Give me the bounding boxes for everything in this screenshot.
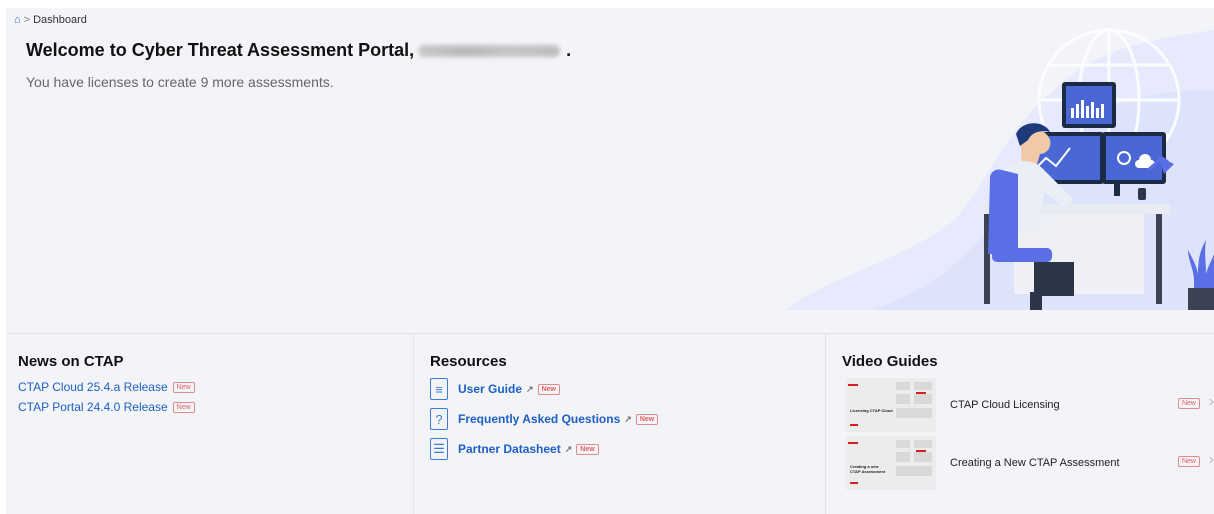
welcome-suffix: .: [566, 40, 572, 60]
resources-heading: Resources: [430, 353, 507, 370]
video-thumbnail: Creating a new CTAP Assessment: [846, 436, 936, 490]
external-link-icon: ↗: [624, 413, 632, 424]
video-title: Creating a New CTAP Assessment: [950, 457, 1120, 469]
video-guides-panel: Video Guides Licensing CTAP Cloud CTAP C…: [826, 334, 1214, 514]
info-panels: News on CTAP CTAP Cloud 25.4.a Release N…: [6, 333, 1214, 514]
breadcrumb-current: Dashboard: [33, 14, 87, 26]
video-guides-heading: Video Guides: [842, 353, 938, 370]
news-heading: News on CTAP: [18, 353, 124, 370]
news-item-label: CTAP Cloud 25.4.a Release: [18, 380, 168, 394]
news-panel: News on CTAP CTAP Cloud 25.4.a Release N…: [6, 334, 414, 514]
home-icon[interactable]: ⌂: [14, 14, 21, 26]
hero-illustration: [784, 28, 1214, 310]
resource-partner-datasheet[interactable]: ☰ Partner Datasheet ↗ New: [430, 434, 658, 464]
news-item-label: CTAP Portal 24.4.0 Release: [18, 400, 168, 414]
breadcrumb: ⌂ > Dashboard: [14, 14, 87, 26]
checklist-icon: ☰: [430, 438, 448, 460]
resource-item-text: User Guide: [458, 382, 523, 396]
video-thumbnail: Licensing CTAP Cloud: [846, 378, 936, 432]
video-title: CTAP Cloud Licensing: [950, 399, 1060, 411]
news-list: CTAP Cloud 25.4.a Release New CTAP Porta…: [18, 377, 195, 417]
user-email-redacted: [418, 44, 561, 57]
new-badge: New: [576, 443, 599, 455]
resources-list: ≡ User Guide ↗ New ? Frequently Asked Qu…: [430, 374, 659, 464]
external-link-icon: ↗: [526, 383, 534, 394]
document-icon: ≡: [430, 378, 448, 400]
resource-faq[interactable]: ? Frequently Asked Questions ↗ New: [430, 404, 659, 434]
page-title: Welcome to Cyber Threat Assessment Porta…: [26, 40, 571, 61]
dashboard-page: ⌂ > Dashboard Welcome to Cyber Threat As…: [6, 8, 1214, 514]
new-badge: New: [1177, 398, 1200, 409]
new-badge: New: [537, 383, 560, 395]
question-icon: ?: [430, 408, 448, 430]
resource-item-label: Frequently Asked Questions ↗ New: [458, 412, 659, 426]
welcome-banner: ⌂ > Dashboard Welcome to Cyber Threat As…: [6, 8, 1214, 333]
resources-panel: Resources ≡ User Guide ↗ New ? Frequentl…: [414, 334, 826, 514]
external-link-icon: ↗: [564, 443, 573, 454]
resource-item-label: User Guide ↗ New: [458, 382, 560, 396]
license-info: You have licenses to create 9 more asses…: [26, 74, 334, 90]
new-badge: New: [172, 401, 195, 413]
resource-item-text: Frequently Asked Questions: [458, 412, 621, 426]
new-badge: New: [635, 413, 659, 425]
thumbnail-text: Creating a new CTAP Assessment: [850, 464, 886, 474]
welcome-text: Welcome to Cyber Threat Assessment Porta…: [26, 40, 415, 60]
news-item[interactable]: CTAP Cloud 25.4.a Release New: [18, 377, 195, 397]
new-badge: New: [1177, 456, 1200, 467]
resource-item-label: Partner Datasheet ↗ New: [458, 442, 599, 456]
chevron-right-icon: ›: [1208, 393, 1214, 410]
video-item-cloud-licensing[interactable]: Licensing CTAP Cloud CTAP Cloud Licensin…: [846, 376, 1214, 434]
news-item[interactable]: CTAP Portal 24.4.0 Release New: [18, 397, 195, 417]
video-item-new-assessment[interactable]: Creating a new CTAP Assessment Creating …: [846, 434, 1214, 492]
chevron-right-icon: ›: [1208, 451, 1214, 468]
breadcrumb-separator: >: [23, 14, 31, 26]
thumbnail-text: Licensing CTAP Cloud: [850, 408, 893, 413]
video-list: Licensing CTAP Cloud CTAP Cloud Licensin…: [846, 376, 1214, 492]
resource-user-guide[interactable]: ≡ User Guide ↗ New: [430, 374, 658, 404]
resource-item-text: Partner Datasheet: [458, 442, 561, 456]
new-badge: New: [172, 381, 195, 393]
